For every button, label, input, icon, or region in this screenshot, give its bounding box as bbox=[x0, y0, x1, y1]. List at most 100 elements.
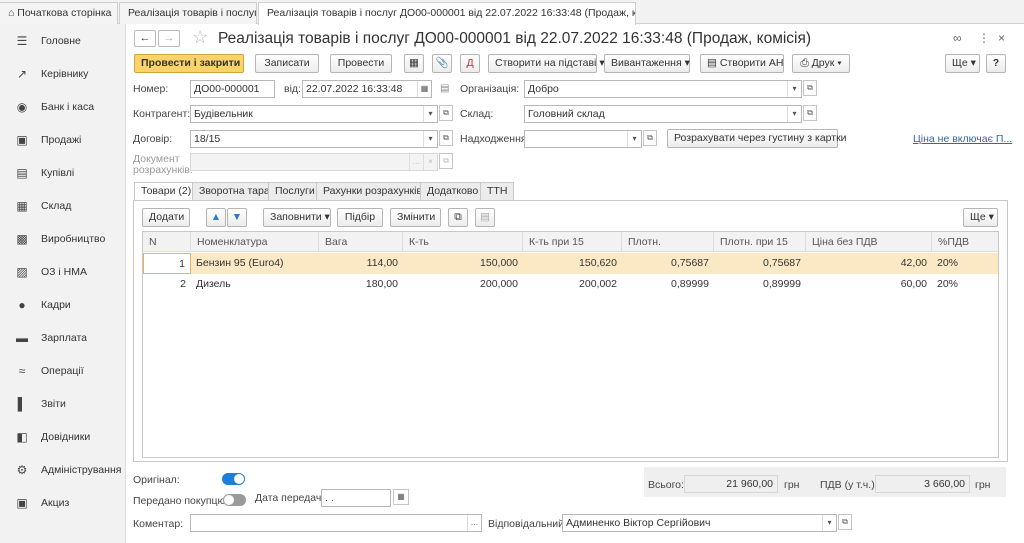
link-icon[interactable]: ∞ bbox=[953, 31, 962, 45]
receipt-field[interactable]: ▾ bbox=[524, 130, 642, 148]
ledger-icon[interactable]: Д bbox=[460, 54, 480, 73]
ellipsis-icon[interactable]: … bbox=[409, 154, 423, 170]
sidebar-item-label: Банк і каса bbox=[41, 101, 95, 113]
sidebar-item-bank[interactable]: ◉ Банк і каса bbox=[0, 91, 126, 124]
fill-button[interactable]: Заповнити ▾ bbox=[263, 208, 331, 227]
counterparty-field[interactable]: Будівельник ▾ bbox=[190, 105, 438, 123]
sidebar-item-production[interactable]: ▩ Виробництво bbox=[0, 223, 126, 256]
sidebar-item-excise[interactable]: ▣ Акциз bbox=[0, 487, 126, 520]
chevron-down-icon[interactable]: ▾ bbox=[423, 106, 437, 122]
sidebar-item-operations[interactable]: ≈ Операції bbox=[0, 355, 126, 388]
column-header[interactable]: К-ть bbox=[403, 232, 523, 252]
chevron-down-icon[interactable]: ▾ bbox=[787, 81, 801, 97]
select-button[interactable]: Підбір bbox=[337, 208, 383, 227]
column-header[interactable]: Ціна без ПДВ bbox=[806, 232, 932, 252]
post-and-close-button[interactable]: Провести і закрити bbox=[134, 54, 244, 73]
sidebar-item-assets[interactable]: ▨ ОЗ і НМА bbox=[0, 256, 126, 289]
forward-button[interactable]: → bbox=[158, 30, 180, 47]
add-button[interactable]: Додати bbox=[142, 208, 190, 227]
vat-mode-link[interactable]: Ціна не включає П... bbox=[913, 133, 1012, 145]
responsible-field[interactable]: Админенко Віктор Сергійович ▾ bbox=[562, 514, 837, 532]
close-icon[interactable]: × bbox=[998, 31, 1005, 45]
chevron-down-icon[interactable]: ▾ bbox=[627, 131, 641, 147]
paste-icon[interactable]: ▤ bbox=[475, 208, 495, 227]
warehouse-field[interactable]: Головний склад ▾ bbox=[524, 105, 802, 123]
calendar-list-icon[interactable]: ▤ bbox=[440, 83, 449, 94]
sidebar-item-salary[interactable]: ▬ Зарплата bbox=[0, 322, 126, 355]
table-row[interactable]: 1 Бензин 95 (Euro4) 114,00 150,000 150,6… bbox=[143, 253, 998, 274]
column-header[interactable]: К-ть при 15 bbox=[523, 232, 622, 252]
sidebar-item-warehouse[interactable]: ▦ Склад bbox=[0, 190, 126, 223]
settlement-doc-field[interactable]: … × bbox=[190, 153, 438, 171]
open-icon[interactable]: ⧉ bbox=[439, 130, 453, 146]
sidebar-item-main[interactable]: ☰ Головне bbox=[0, 25, 126, 58]
print-button[interactable]: ⎙ Друк ▾ bbox=[792, 54, 850, 73]
column-header[interactable]: Вага bbox=[319, 232, 403, 252]
calendar-icon[interactable]: ▦ bbox=[417, 81, 431, 97]
tab-services[interactable]: Послуги bbox=[268, 182, 322, 201]
tab-returnable-packaging[interactable]: Зворотна тара bbox=[192, 182, 277, 201]
copy-icon[interactable]: ⧉ bbox=[448, 208, 468, 227]
column-header[interactable]: Номенклатура bbox=[191, 232, 319, 252]
open-icon[interactable]: ⧉ bbox=[439, 105, 453, 121]
sidebar-item-sales[interactable]: ▣ Продажі bbox=[0, 124, 126, 157]
tab-accounts[interactable]: Рахунки розрахунків bbox=[316, 182, 430, 201]
sidebar-item-admin[interactable]: ⚙ Адміністрування bbox=[0, 454, 126, 487]
column-header[interactable]: Плотн. при 15 bbox=[714, 232, 806, 252]
cell-density15: 0,89999 bbox=[763, 278, 801, 290]
change-button[interactable]: Змінити bbox=[390, 208, 441, 227]
tab-additional[interactable]: Додатково bbox=[420, 182, 486, 201]
date-field[interactable]: 22.07.2022 16:33:48 ▦ bbox=[302, 80, 432, 98]
organization-field[interactable]: Добро ▾ bbox=[524, 80, 802, 98]
arrow-left-icon: ← bbox=[139, 32, 151, 44]
calculate-density-button[interactable]: Розрахувати через густину з картки bbox=[667, 129, 847, 148]
original-toggle[interactable] bbox=[222, 473, 245, 485]
move-down-icon[interactable]: ▼ bbox=[227, 208, 247, 227]
sidebar-item-hr[interactable]: ● Кадри bbox=[0, 289, 126, 322]
open-icon[interactable]: ⧉ bbox=[643, 130, 657, 146]
grid-more-button[interactable]: Ще ▾ bbox=[963, 208, 998, 227]
tab-sales-document[interactable]: Реалізація товарів і послуг ДО00-000001 … bbox=[258, 2, 636, 25]
column-header[interactable]: N bbox=[143, 232, 191, 252]
export-button[interactable]: Вивантаження ▾ bbox=[604, 54, 690, 73]
save-button[interactable]: Записати bbox=[255, 54, 319, 73]
transfer-date-field[interactable]: . . bbox=[321, 489, 391, 507]
star-icon[interactable]: ☆ bbox=[192, 27, 208, 48]
table-row[interactable]: 2 Дизель 180,00 200,000 200,002 0,89999 … bbox=[143, 274, 998, 295]
attachment-icon[interactable]: 📎 bbox=[432, 54, 452, 73]
open-icon[interactable]: ⧉ bbox=[803, 80, 817, 96]
tab-sales-list[interactable]: Реалізація товарів і послуг× bbox=[119, 2, 257, 24]
sidebar-item-reports[interactable]: ▌ Звіти bbox=[0, 388, 126, 421]
create-based-on-button[interactable]: Створити на підставі ▾ bbox=[488, 54, 605, 73]
tab-home[interactable]: ⌂ Початкова сторінка bbox=[0, 2, 118, 24]
chevron-down-icon[interactable]: ▾ bbox=[787, 106, 801, 122]
column-header[interactable]: %ПДВ bbox=[932, 232, 998, 252]
calendar-icon[interactable]: ▦ bbox=[393, 489, 409, 505]
back-button[interactable]: ← bbox=[134, 30, 156, 47]
tab-goods[interactable]: Товари (2) bbox=[134, 182, 199, 201]
move-up-icon[interactable]: ▲ bbox=[206, 208, 226, 227]
sidebar-item-manager[interactable]: ↗ Керівнику bbox=[0, 58, 126, 91]
column-header[interactable]: Плотн. bbox=[622, 232, 714, 252]
open-icon[interactable]: ⧉ bbox=[803, 105, 817, 121]
number-field[interactable]: ДО00-000001 bbox=[190, 80, 275, 98]
export-label: Вивантаження bbox=[611, 57, 682, 69]
chevron-down-icon[interactable]: ▾ bbox=[423, 131, 437, 147]
sidebar-item-directories[interactable]: ◧ Довідники bbox=[0, 421, 126, 454]
comment-field[interactable]: … bbox=[190, 514, 482, 532]
open-icon[interactable]: ⧉ bbox=[439, 153, 453, 169]
help-button[interactable]: ? bbox=[986, 54, 1006, 73]
more-vertical-icon[interactable]: ⋮ bbox=[978, 31, 990, 45]
clear-icon[interactable]: × bbox=[423, 154, 437, 170]
structure-icon[interactable]: ▦ bbox=[404, 54, 424, 73]
chevron-down-icon[interactable]: ▾ bbox=[822, 515, 836, 531]
open-icon[interactable]: ⧉ bbox=[838, 514, 852, 530]
tab-ttn[interactable]: ТТН bbox=[480, 182, 515, 201]
create-ah-button[interactable]: ▤ Створити АН bbox=[700, 54, 784, 73]
contract-field[interactable]: 18/15 ▾ bbox=[190, 130, 438, 148]
ellipsis-icon[interactable]: … bbox=[467, 515, 481, 531]
more-button[interactable]: Ще ▾ bbox=[945, 54, 980, 73]
sidebar-item-purchases[interactable]: ▤ Купівлі bbox=[0, 157, 126, 190]
handed-to-buyer-toggle[interactable] bbox=[223, 494, 246, 506]
post-button[interactable]: Провести bbox=[330, 54, 392, 73]
